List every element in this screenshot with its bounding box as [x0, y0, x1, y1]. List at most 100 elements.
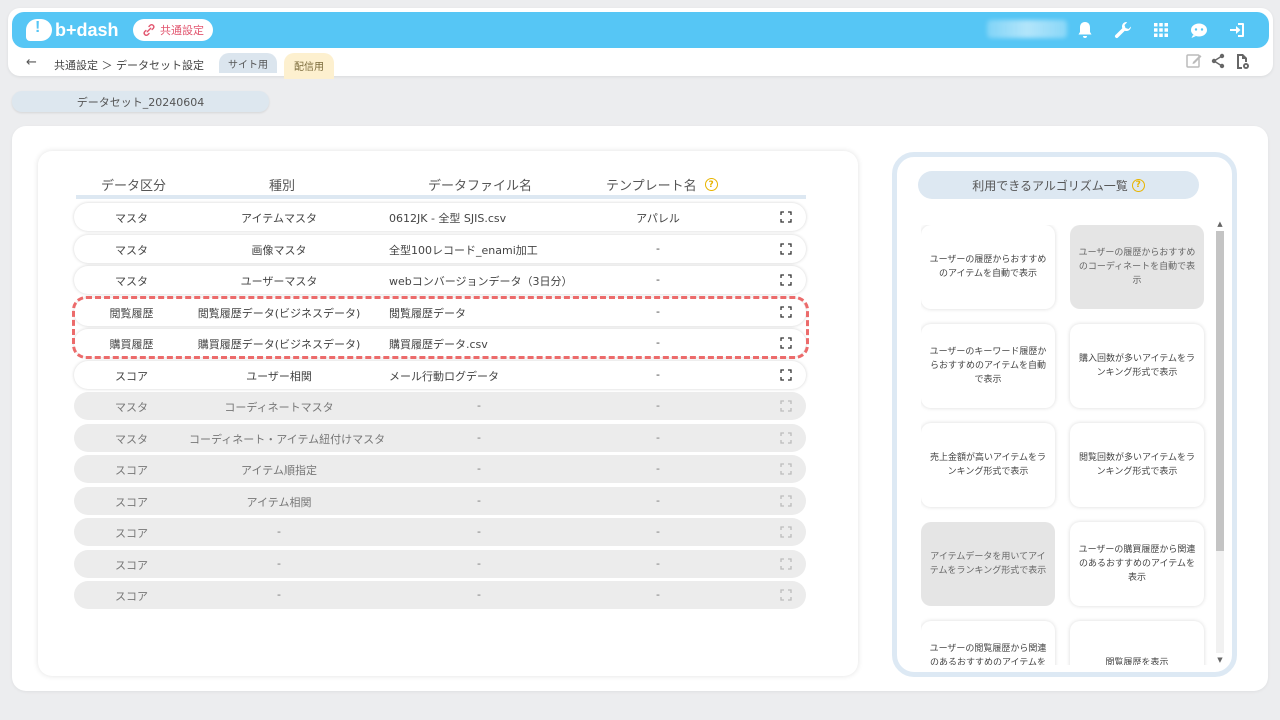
cell-file-name: 全型100レコード_enami加工	[389, 243, 538, 257]
scroll-down-icon[interactable]: ▼	[1215, 655, 1225, 665]
algorithm-card[interactable]: ユーザーの履歴からおすすめのアイテムを自動で表示	[921, 225, 1055, 309]
table-row[interactable]: マスタ コーディネートマスタ - -	[74, 392, 806, 420]
share-icon[interactable]	[1209, 52, 1227, 70]
cell-file-name: 0612JK - 全型 SJIS.csv	[389, 212, 507, 225]
bell-icon[interactable]	[1073, 18, 1097, 42]
cell-type: コーディネート・アイテム紐付けマスタ	[189, 432, 386, 446]
algorithm-card[interactable]: 購入回数が多いアイテムをランキング形式で表示	[1070, 324, 1204, 408]
expand-icon[interactable]	[780, 463, 792, 475]
algorithm-card[interactable]: アイテムデータを用いてアイテムをランキング形式で表示	[921, 522, 1055, 606]
edit-icon[interactable]	[1185, 52, 1203, 70]
tab-distribution[interactable]: 配信用	[284, 53, 334, 79]
cell-type: ユーザーマスタ	[240, 275, 318, 288]
cell-file-name: -	[477, 525, 481, 538]
cell-type: ユーザー相関	[246, 369, 312, 383]
user-name-blurred	[987, 20, 1067, 38]
shared-settings-label: 共通設定	[160, 24, 204, 37]
table-row[interactable]: マスタ ユーザーマスタ webコンバージョンデータ（3日分） -	[74, 266, 806, 294]
table-row[interactable]: スコア - - -	[74, 518, 806, 546]
cell-file-name: -	[477, 588, 481, 601]
cell-template: -	[656, 241, 660, 255]
cell-category: マスタ	[115, 432, 148, 446]
expand-icon[interactable]	[780, 274, 792, 286]
grid-icon[interactable]	[1149, 18, 1173, 42]
file-settings-icon[interactable]	[1233, 52, 1251, 70]
expand-icon[interactable]	[780, 368, 792, 381]
algorithm-panel-title: 利用できるアルゴリズム一覧 ?	[918, 171, 1199, 199]
cell-file-name: メール行動ログデータ	[389, 369, 499, 383]
algorithm-card[interactable]: ユーザーの閲覧履歴から関連のあるおすすめのアイテムを表示	[921, 621, 1055, 665]
table-row[interactable]: スコア アイテム相関 - -	[74, 486, 806, 515]
algorithm-card[interactable]: 閲覧回数が多いアイテムをランキング形式で表示	[1070, 423, 1204, 507]
cell-file-name: -	[477, 493, 481, 507]
dataset-table-card: データ区分 種別 データファイル名 テンプレート名 ? マスタ アイテムマスタ 06…	[38, 151, 858, 676]
expand-icon[interactable]	[780, 589, 792, 601]
header-template: テンプレート名 ?	[606, 175, 718, 194]
cell-type: コーディネートマスタ	[224, 401, 334, 414]
cell-template: -	[656, 304, 660, 318]
wrench-icon[interactable]	[1111, 18, 1135, 42]
algorithm-scrollbar[interactable]: ▲ ▼	[1215, 219, 1225, 665]
header-card: b+dash 共通設定 ←	[8, 8, 1273, 79]
algorithm-card[interactable]: 売上金額が高いアイテムをランキング形式で表示	[921, 423, 1055, 507]
cell-category: マスタ	[115, 212, 148, 225]
table-row[interactable]: マスタ 画像マスタ 全型100レコード_enami加工 -	[74, 234, 806, 263]
expand-icon[interactable]	[780, 242, 792, 255]
expand-icon[interactable]	[780, 557, 792, 570]
cell-type: 閲覧履歴データ(ビジネスデータ)	[197, 306, 361, 320]
expand-icon[interactable]	[780, 337, 792, 349]
algorithm-list: ユーザーの履歴からおすすめのアイテムを自動で表示 ユーザーの履歴からおすすめのコー…	[921, 225, 1211, 665]
table-row[interactable]: スコア アイテム順指定 - -	[74, 455, 806, 483]
algorithm-card[interactable]: ユーザーの購買履歴から関連のあるおすすめのアイテムを表示	[1070, 522, 1204, 606]
expand-icon[interactable]	[780, 494, 792, 507]
expand-icon[interactable]	[780, 305, 792, 318]
cell-template: -	[656, 525, 660, 538]
algorithm-card[interactable]: 閲覧履歴を表示	[1070, 621, 1204, 665]
algorithm-card[interactable]: ユーザーの履歴からおすすめのコーディネートを自動で表示	[1070, 225, 1204, 309]
algorithm-card-label: 購入回数が多いアイテムをランキング形式で表示	[1078, 354, 1196, 378]
expand-icon[interactable]	[780, 211, 792, 223]
algorithm-card-label: 売上金額が高いアイテムをランキング形式で表示	[929, 453, 1047, 477]
table-row[interactable]: スコア ユーザー相関 メール行動ログデータ -	[74, 360, 806, 389]
cell-category: スコア	[115, 527, 148, 540]
cell-category: マスタ	[115, 243, 148, 257]
logout-icon[interactable]	[1225, 18, 1249, 42]
scroll-up-icon[interactable]: ▲	[1215, 219, 1225, 229]
cell-file-name: 購買履歴データ.csv	[389, 338, 488, 351]
tab-site[interactable]: サイト用	[219, 53, 277, 73]
back-arrow-icon[interactable]: ←	[26, 55, 37, 70]
header-type: 種別	[269, 179, 296, 194]
cell-template: -	[656, 430, 660, 444]
algorithm-card-label: ユーザーの購買履歴から関連のあるおすすめのアイテムを表示	[1078, 545, 1196, 583]
table-row[interactable]: スコア - - -	[74, 581, 806, 609]
help-icon[interactable]: ?	[1131, 178, 1145, 192]
cell-template: -	[656, 399, 660, 412]
expand-icon[interactable]	[780, 400, 792, 412]
algorithm-card-label: アイテムデータを用いてアイテムをランキング形式で表示	[929, 552, 1047, 576]
table-row[interactable]: スコア - - -	[74, 549, 806, 578]
table-row[interactable]: マスタ アイテムマスタ 0612JK - 全型 SJIS.csv アパレル	[74, 203, 806, 231]
cell-category: 閲覧履歴	[109, 306, 154, 320]
scroll-thumb[interactable]	[1216, 231, 1224, 551]
expand-icon[interactable]	[780, 431, 792, 444]
cell-template: -	[656, 367, 660, 381]
app-logo[interactable]: b+dash	[26, 17, 119, 43]
table-row[interactable]: マスタ コーディネート・アイテム紐付けマスタ - -	[74, 423, 806, 452]
support-icon[interactable]	[1187, 18, 1211, 42]
algorithm-card[interactable]: ユーザーのキーワード履歴からおすすめのアイテムを自動で表示	[921, 324, 1055, 408]
expand-icon[interactable]	[780, 526, 792, 538]
cell-type: アイテムマスタ	[241, 212, 317, 225]
shared-settings-button[interactable]: 共通設定	[133, 19, 213, 41]
dataset-tab[interactable]: データセット_20240604	[12, 91, 269, 112]
cell-template: -	[656, 462, 660, 475]
cell-type: -	[277, 556, 281, 570]
help-icon[interactable]: ?	[704, 178, 718, 191]
sub-navbar: ← 共通設定 ＞ データセット設定 サイト用 配信用	[8, 52, 1273, 79]
table-row[interactable]: 閲覧履歴 閲覧履歴データ(ビジネスデータ) 閲覧履歴データ -	[74, 297, 806, 326]
cell-type: -	[277, 525, 281, 538]
algorithm-card-label: ユーザーの履歴からおすすめのアイテムを自動で表示	[929, 255, 1047, 279]
cell-template: アパレル	[636, 212, 680, 225]
breadcrumb: 共通設定 ＞ データセット設定	[54, 59, 204, 72]
table-row[interactable]: 購買履歴 購買履歴データ(ビジネスデータ) 購買履歴データ.csv -	[74, 329, 806, 357]
cell-category: マスタ	[115, 275, 148, 288]
